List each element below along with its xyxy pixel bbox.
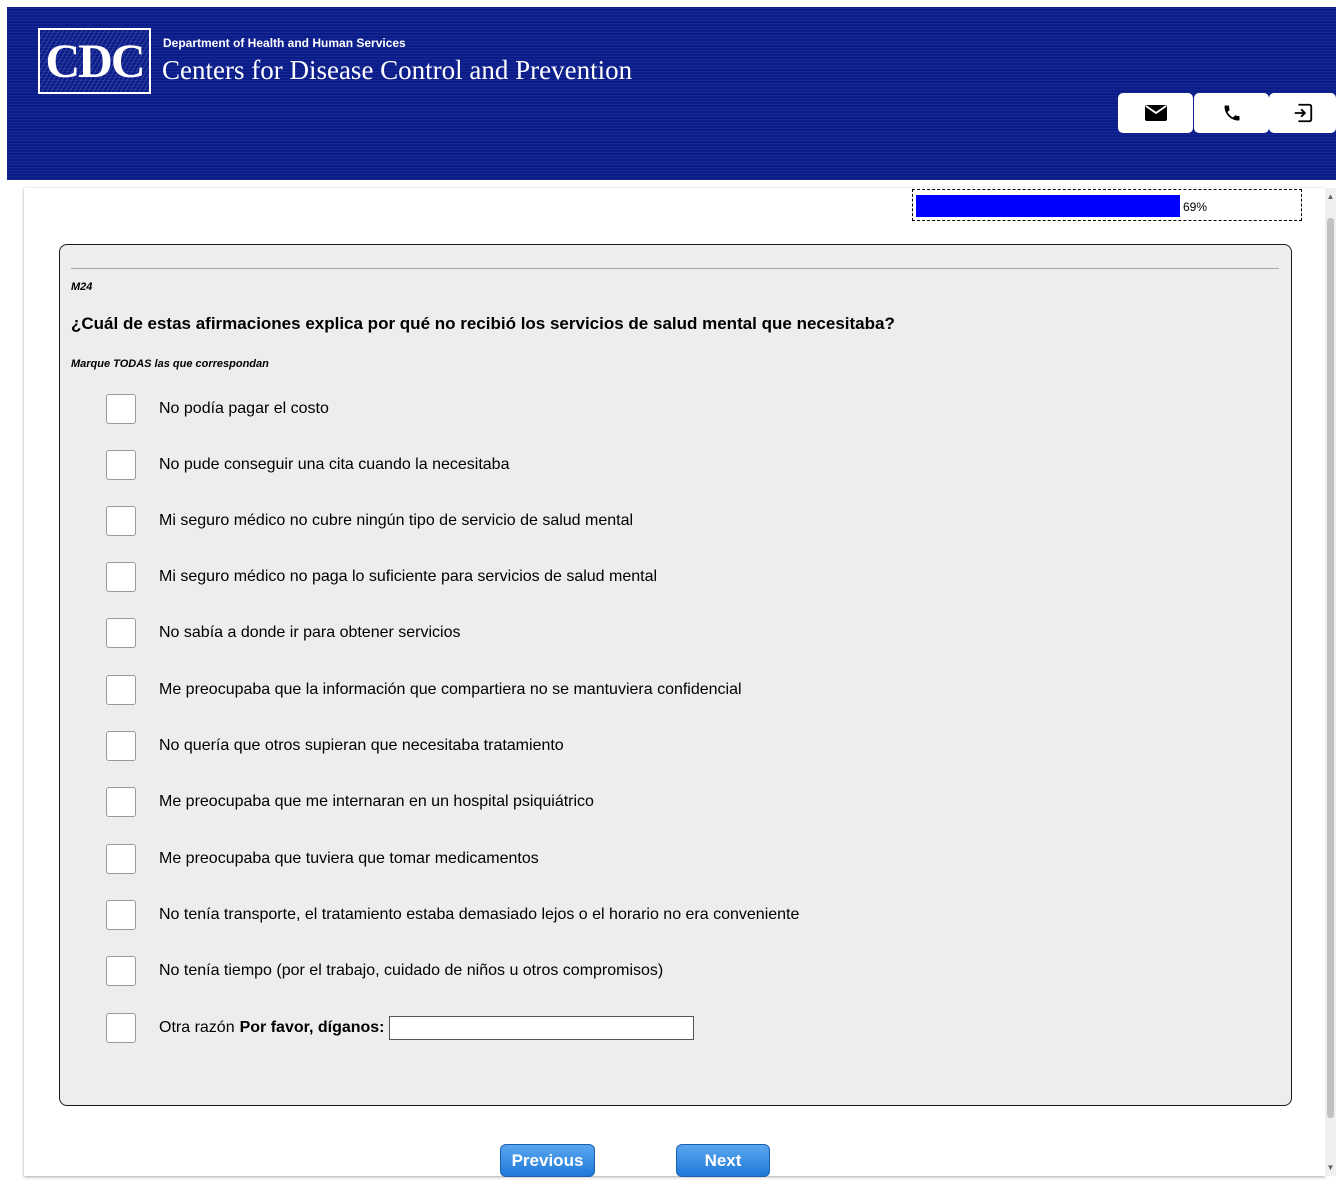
option-label: Me preocupaba que me internaran en un ho…	[159, 793, 594, 810]
option-row-other[interactable]: Otra razón Por favor, díganos:	[106, 1012, 694, 1044]
option-checkbox[interactable]	[106, 731, 136, 761]
option-label: No tenía transporte, el tratamiento esta…	[159, 906, 800, 923]
option-row[interactable]: No sabía a donde ir para obtener servici…	[106, 617, 461, 649]
question-id: M24	[71, 281, 93, 293]
cdc-logo: CDC	[38, 28, 151, 94]
exit-button[interactable]	[1269, 93, 1336, 133]
next-button[interactable]: Next	[676, 1144, 770, 1177]
mail-button[interactable]	[1118, 93, 1193, 133]
option-row[interactable]: No pude conseguir una cita cuando la nec…	[106, 449, 509, 481]
option-checkbox[interactable]	[106, 675, 136, 705]
option-label: Me preocupaba que tuviera que tomar medi…	[159, 850, 539, 867]
option-checkbox[interactable]	[106, 562, 136, 592]
option-row[interactable]: No podía pagar el costo	[106, 393, 329, 425]
progress-fill	[916, 195, 1180, 217]
scroll-up-icon[interactable]: ▲	[1325, 192, 1336, 201]
progress-label: 69%	[1183, 200, 1208, 214]
option-checkbox-other[interactable]	[106, 1013, 136, 1043]
option-checkbox[interactable]	[106, 787, 136, 817]
exit-icon	[1294, 103, 1312, 123]
option-row[interactable]: No tenía tiempo (por el trabajo, cuidado…	[106, 955, 663, 987]
option-row[interactable]: Mi seguro médico no paga lo suficiente p…	[106, 561, 657, 593]
scroll-down-icon[interactable]: ▼	[1325, 1163, 1336, 1172]
option-label: No tenía tiempo (por el trabajo, cuidado…	[159, 962, 664, 979]
option-row[interactable]: Me preocupaba que tuviera que tomar medi…	[106, 843, 539, 875]
option-checkbox[interactable]	[106, 956, 136, 986]
option-label: Mi seguro médico no paga lo suficiente p…	[159, 568, 658, 585]
divider	[71, 268, 1279, 269]
option-checkbox[interactable]	[106, 450, 136, 480]
previous-button[interactable]: Previous	[500, 1144, 595, 1177]
option-checkbox[interactable]	[106, 394, 136, 424]
department-name: Department of Health and Human Services	[163, 36, 406, 50]
option-label: Mi seguro médico no cubre ningún tipo de…	[159, 512, 634, 529]
logo-text: CDC	[45, 34, 146, 88]
option-row[interactable]: Me preocupaba que me internaran en un ho…	[106, 786, 594, 818]
phone-icon	[1224, 105, 1239, 121]
other-prompt: Por favor, díganos:	[239, 1019, 385, 1036]
scrollbar[interactable]: ▲ ▼	[1325, 188, 1336, 1176]
question-text: ¿Cuál de estas afirmaciones explica por …	[71, 314, 895, 333]
option-checkbox[interactable]	[106, 900, 136, 930]
option-row[interactable]: Mi seguro médico no cubre ningún tipo de…	[106, 505, 633, 537]
mail-icon	[1144, 105, 1167, 121]
option-checkbox[interactable]	[106, 618, 136, 648]
agency-name: Centers for Disease Control and Preventi…	[162, 55, 633, 85]
question-box: M24 ¿Cuál de estas afirmaciones explica …	[59, 244, 1292, 1106]
option-label: No quería que otros supieran que necesit…	[159, 737, 564, 754]
site-header: CDC Department of Health and Human Servi…	[7, 7, 1336, 180]
option-label: No pude conseguir una cita cuando la nec…	[159, 456, 510, 473]
scrollbar-thumb[interactable]	[1327, 218, 1334, 1118]
option-checkbox[interactable]	[106, 506, 136, 536]
option-row[interactable]: No quería que otros supieran que necesit…	[106, 730, 564, 762]
option-label: No sabía a donde ir para obtener servici…	[159, 624, 461, 641]
other-label: Otra razón	[159, 1019, 235, 1036]
option-row[interactable]: Me preocupaba que la información que com…	[106, 674, 742, 706]
question-instruction: Marque TODAS las que correspondan	[71, 358, 269, 370]
other-reason-input[interactable]	[388, 1016, 694, 1040]
option-row[interactable]: No tenía transporte, el tratamiento esta…	[106, 899, 799, 931]
option-label: Me preocupaba que la información que com…	[159, 681, 742, 698]
progress-bar: 69%	[912, 189, 1302, 221]
option-label: No podía pagar el costo	[159, 400, 329, 417]
phone-button[interactable]	[1194, 93, 1269, 133]
option-checkbox[interactable]	[106, 844, 136, 874]
